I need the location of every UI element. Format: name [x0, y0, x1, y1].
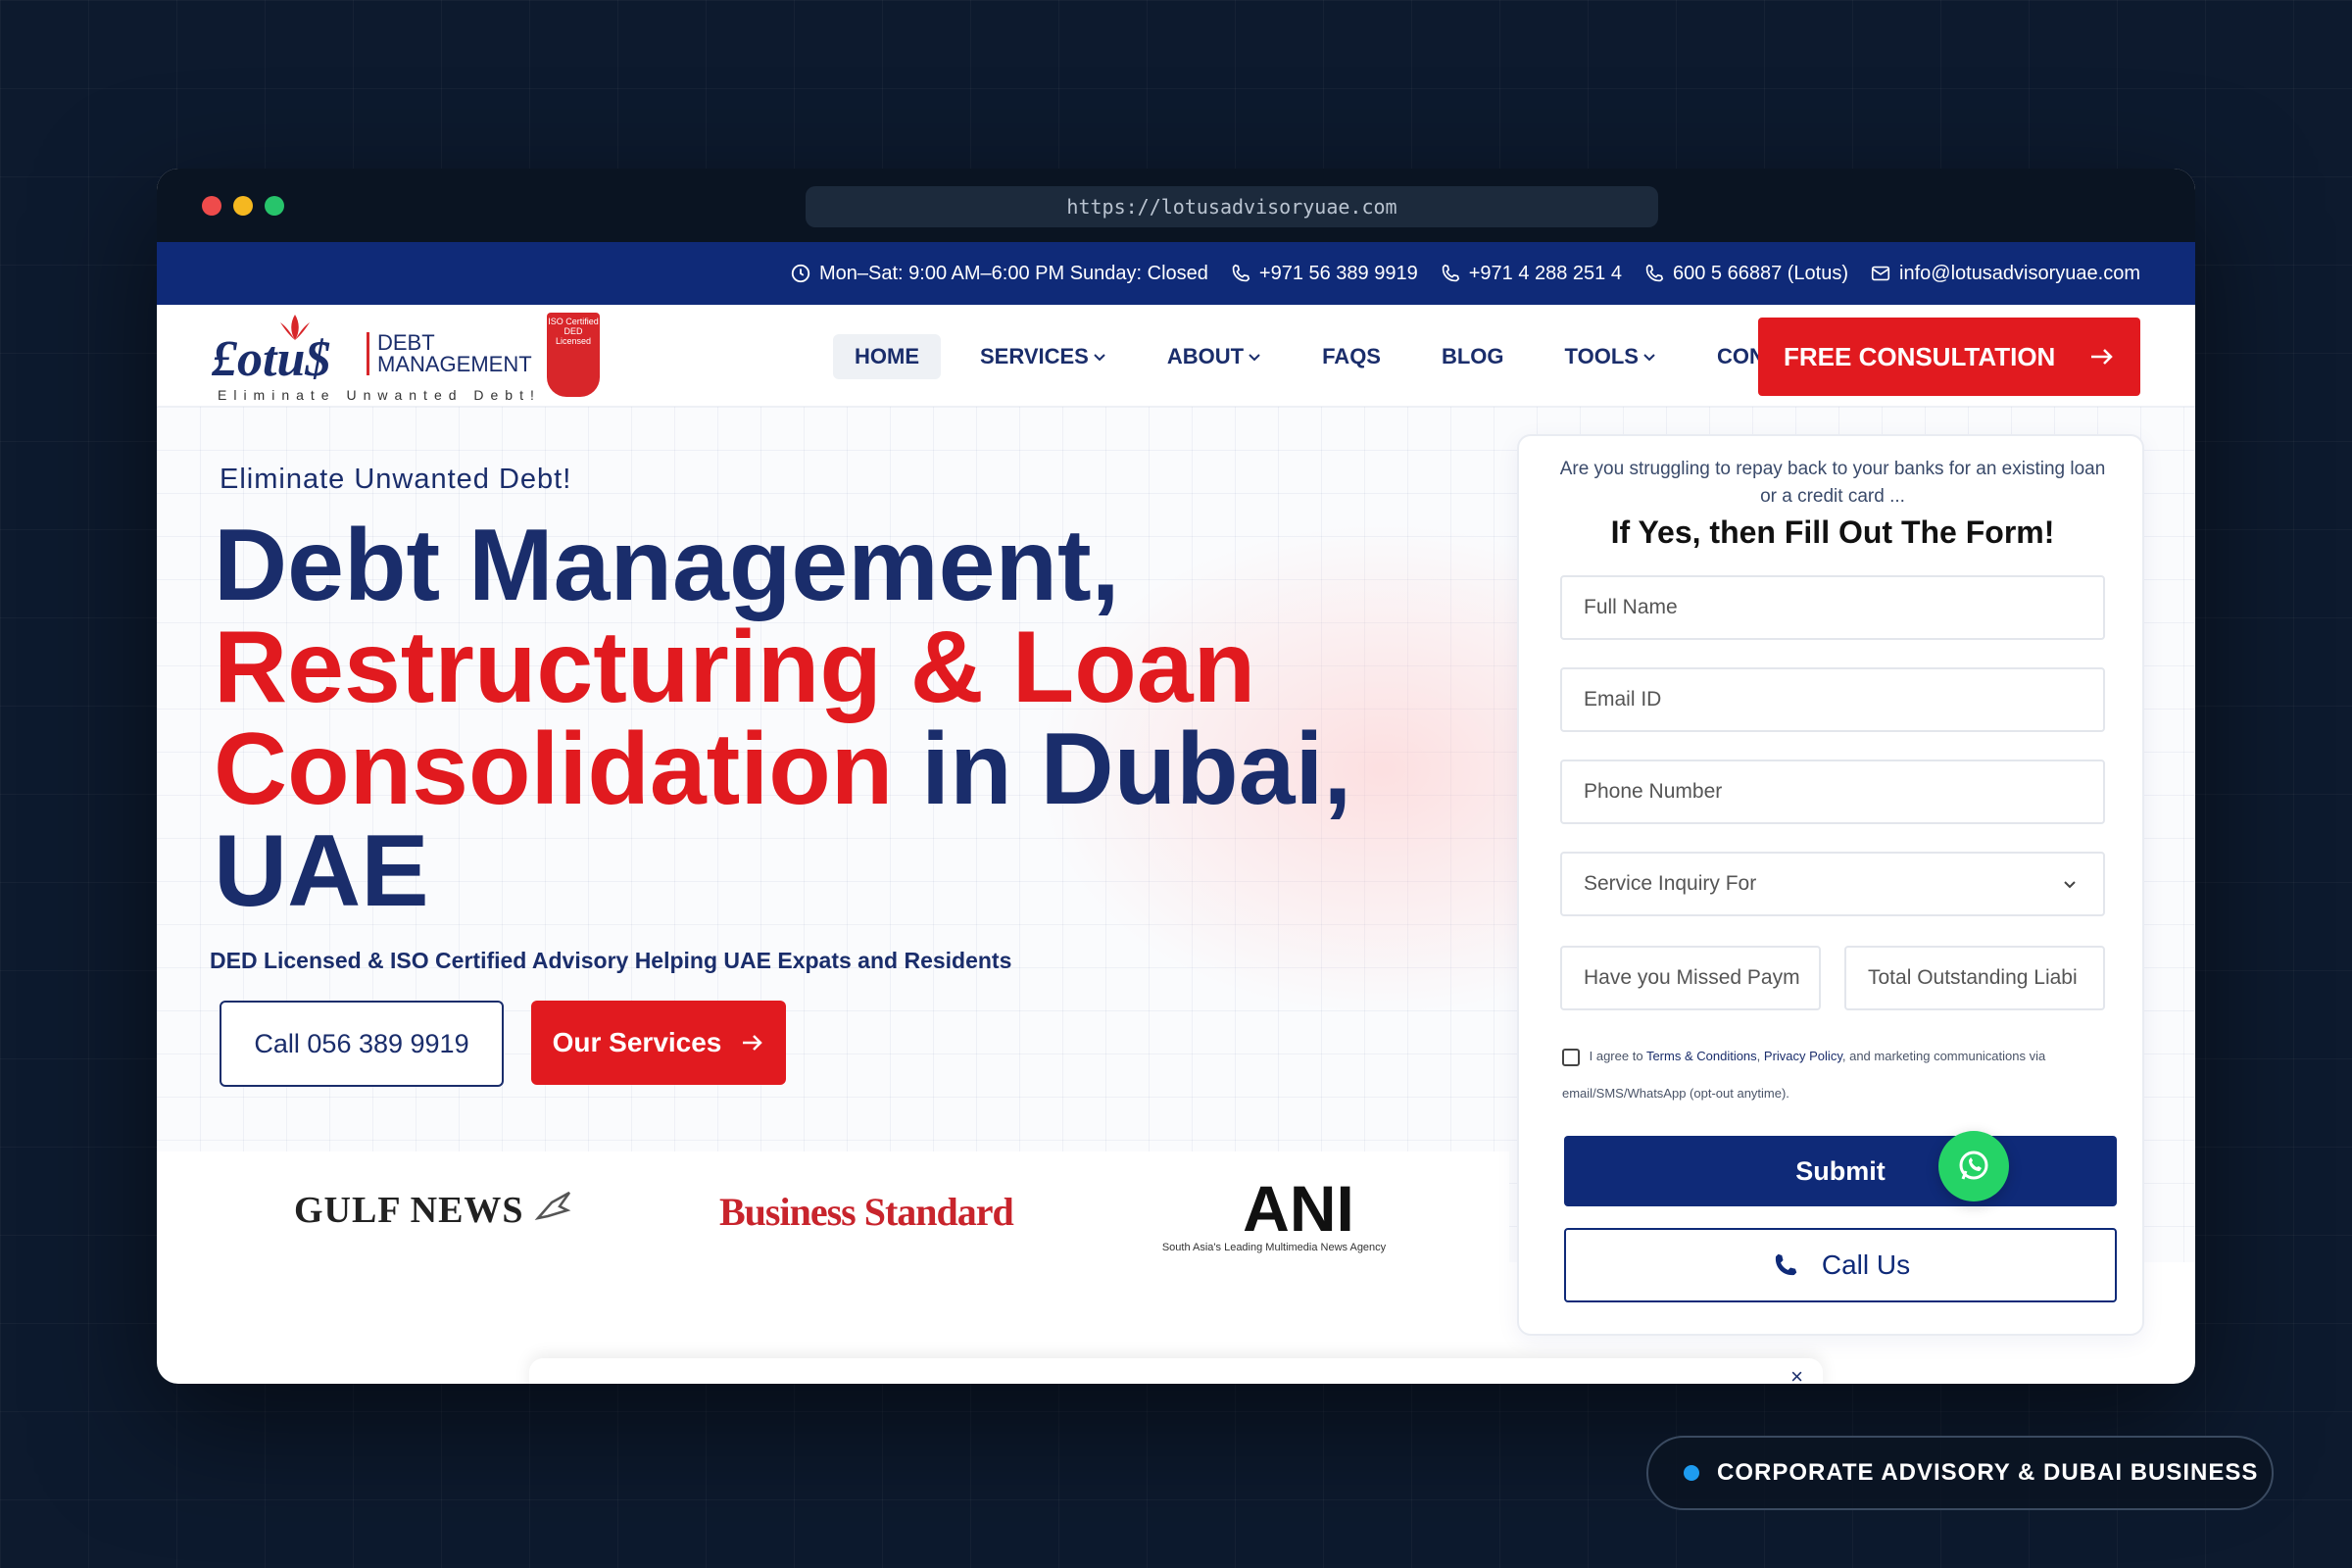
call-us-label: Call Us	[1821, 1250, 1911, 1280]
arrow-right-icon	[743, 1035, 763, 1051]
hero-tagline: Eliminate Unwanted Debt!	[220, 464, 572, 495]
falcon-icon	[534, 1191, 571, 1220]
consultation-form: Are you struggling to repay back to your…	[1517, 434, 2144, 1336]
nav-blog-label: BLOG	[1441, 344, 1504, 368]
nav-home-label: HOME	[855, 344, 919, 368]
phone-icon	[1645, 264, 1664, 282]
consent-checkbox[interactable]	[1562, 1048, 1580, 1066]
logo-tagline: Eliminate Unwanted Debt!	[218, 387, 541, 403]
form-intro: Are you struggling to repay back to your…	[1559, 459, 2106, 507]
call-button[interactable]: Call 056 389 9919	[220, 1001, 504, 1087]
terms-link[interactable]: Terms & Conditions	[1646, 1049, 1757, 1063]
logo-product: DEBT MANAGEMENT	[367, 332, 532, 375]
business-standard-logo: Business Standard	[719, 1190, 1014, 1234]
call-us-button[interactable]: Call Us	[1564, 1228, 2117, 1302]
window-controls	[202, 195, 284, 216]
free-consultation-button[interactable]: FREE CONSULTATION	[1758, 318, 2140, 396]
browser-window: https://lotusadvisoryuae.com Mon–Sat: 9:…	[157, 169, 2195, 1384]
whatsapp-icon	[1959, 1151, 1988, 1180]
our-services-button[interactable]: Our Services	[531, 1001, 786, 1085]
submit-button[interactable]: Submit	[1564, 1136, 2117, 1206]
contact-topbar: Mon–Sat: 9:00 AM–6:00 PM Sunday: Closed …	[157, 242, 2195, 305]
site-logo[interactable]: £otu$ DEBT MANAGEMENT Eliminate Unwanted…	[212, 313, 600, 403]
nav-about[interactable]: ABOUT	[1146, 334, 1283, 379]
nav-faqs[interactable]: FAQS	[1300, 334, 1402, 379]
hero-heading: Debt Management, Restructuring & Loan Co…	[214, 514, 1439, 922]
main-navbar: £otu$ DEBT MANAGEMENT Eliminate Unwanted…	[157, 305, 2195, 407]
hours-info: Mon–Sat: 9:00 AM–6:00 PM Sunday: Closed	[790, 263, 1208, 285]
browser-chrome: https://lotusadvisoryuae.com	[157, 169, 2195, 242]
logo-wordmark: £otu$	[212, 331, 331, 387]
email-link[interactable]: info@lotusadvisoryuae.com	[1870, 263, 2140, 285]
clock-icon	[791, 264, 810, 283]
email-text: info@lotusadvisoryuae.com	[1899, 262, 2140, 284]
nav-blog[interactable]: BLOG	[1420, 334, 1526, 379]
missed-payment-field[interactable]: Have you Missed Paym	[1560, 946, 1821, 1010]
phone2-text: +971 4 288 251 4	[1468, 262, 1622, 284]
phone-field[interactable]: Phone Number	[1560, 760, 2105, 824]
nav-services[interactable]: SERVICES	[958, 334, 1128, 379]
cta-label: FREE CONSULTATION	[1784, 341, 2056, 371]
hours-text: Mon–Sat: 9:00 AM–6:00 PM Sunday: Closed	[818, 262, 1208, 284]
badge-label: CORPORATE ADVISORY & DUBAI BUSINESS	[1717, 1459, 2259, 1486]
iso-badge: ISO Certified DED Licensed	[547, 313, 600, 397]
ani-logo: ANI	[1243, 1172, 1354, 1245]
whatsapp-button[interactable]	[1938, 1131, 2009, 1201]
heading-part1: Debt Management,	[214, 509, 1120, 622]
badge-dot	[1684, 1465, 1699, 1481]
press-logos: GULF NEWS Business Standard ANI South As…	[157, 1152, 1509, 1262]
chevron-down-icon	[2064, 881, 2076, 889]
consent-prefix: I agree to	[1589, 1049, 1643, 1063]
service-select[interactable]: Service Inquiry For	[1560, 852, 2105, 916]
maximize-dot[interactable]	[265, 195, 284, 216]
privacy-link[interactable]: Privacy Policy	[1764, 1049, 1842, 1063]
gulf-news-text: GULF NEWS	[294, 1190, 524, 1231]
logo-line1: DEBT	[377, 330, 435, 355]
nav-about-label: ABOUT	[1166, 344, 1245, 368]
phone1-link[interactable]: +971 56 389 9919	[1230, 263, 1418, 285]
nav-tools[interactable]: TOOLS	[1544, 334, 1678, 379]
logo-line2: MANAGEMENT	[377, 352, 532, 376]
total-outstanding-field[interactable]: Total Outstanding Liabi	[1844, 946, 2105, 1010]
chevron-down-icon	[1249, 354, 1260, 362]
nav-faqs-label: FAQS	[1322, 344, 1381, 368]
nav-tools-label: TOOLS	[1564, 344, 1639, 368]
nav-home[interactable]: HOME	[833, 334, 941, 379]
chevron-down-icon	[1094, 354, 1105, 362]
service-select-value: Service Inquiry For	[1584, 872, 1757, 895]
hero-section: Eliminate Unwanted Debt! Debt Management…	[157, 407, 2195, 1336]
nav-menu: HOME SERVICES ABOUT FAQS BLOG TOOLS CONT…	[833, 334, 1842, 379]
address-bar[interactable]: https://lotusadvisoryuae.com	[806, 186, 1658, 227]
mail-icon	[1871, 266, 1890, 281]
category-badge: CORPORATE ADVISORY & DUBAI BUSINESS	[1646, 1436, 2274, 1510]
ani-subtitle: South Asia's Leading Multimedia News Age…	[1161, 1242, 1387, 1253]
phone3-link[interactable]: 600 5 66887 (Lotus)	[1643, 263, 1848, 285]
chevron-down-icon	[1643, 354, 1655, 362]
email-field[interactable]: Email ID	[1560, 667, 2105, 732]
services-label: Our Services	[552, 1027, 722, 1057]
phone3-text: 600 5 66887 (Lotus)	[1672, 262, 1849, 284]
phone-icon	[1232, 264, 1250, 282]
hero-subline: DED Licensed & ISO Certified Advisory He…	[210, 948, 1012, 973]
close-dot[interactable]	[202, 195, 221, 216]
popup-close-button[interactable]: ×	[1790, 1364, 1803, 1384]
form-title: If Yes, then Fill Out The Form!	[1610, 514, 2055, 550]
consent-text: I agree to Terms & Conditions, Privacy P…	[1562, 1048, 2046, 1101]
phone1-text: +971 56 389 9919	[1258, 262, 1418, 284]
bottom-popup: ×	[529, 1358, 1823, 1384]
phone2-link[interactable]: +971 4 288 251 4	[1440, 263, 1622, 285]
minimize-dot[interactable]	[233, 195, 253, 216]
phone-icon	[1775, 1253, 1797, 1276]
phone-icon	[1442, 264, 1459, 282]
full-name-field[interactable]: Full Name	[1560, 575, 2105, 640]
gulf-news-logo: GULF NEWS	[294, 1189, 573, 1232]
arrow-right-icon	[2091, 349, 2113, 365]
nav-services-label: SERVICES	[980, 344, 1089, 368]
